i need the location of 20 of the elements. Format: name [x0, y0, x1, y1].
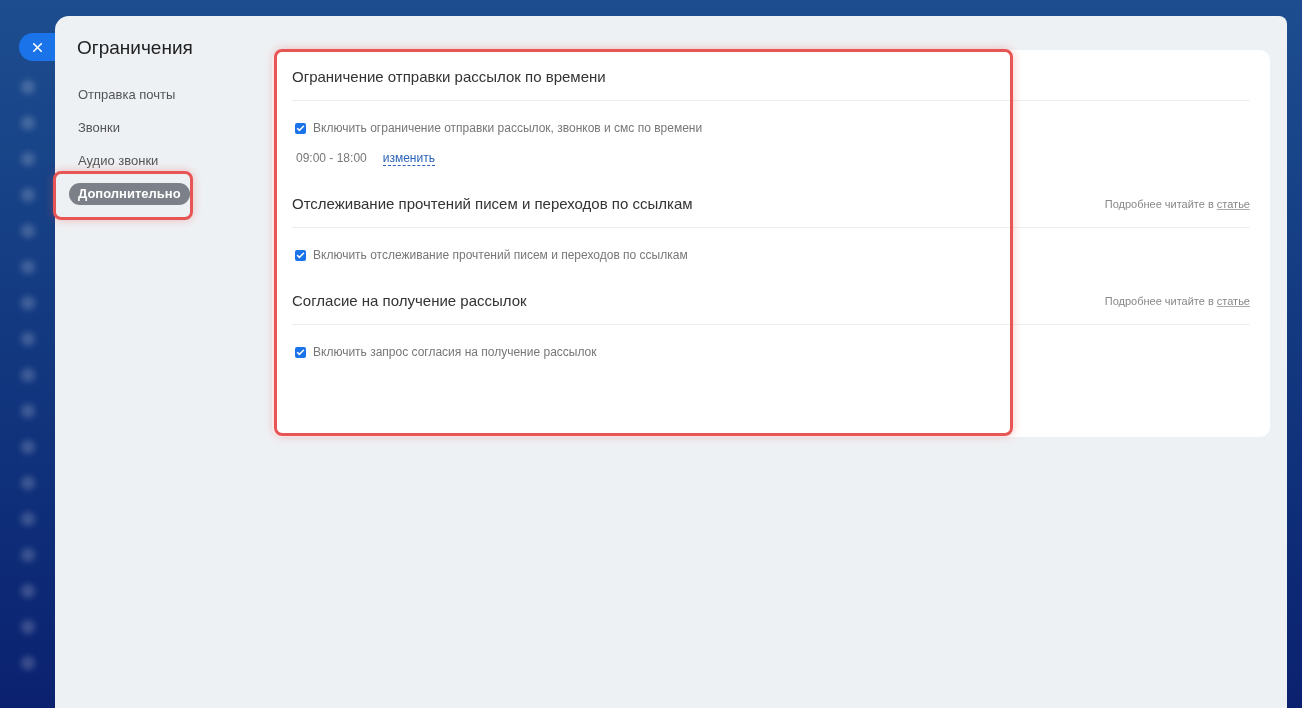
nav-item[interactable]: Отправка почты [69, 83, 185, 106]
hint-text: Подробнее читайте в [1104, 196, 1214, 212]
nav-item[interactable]: Звонки [69, 116, 129, 139]
checkbox[interactable] [295, 346, 306, 358]
checkbox-label: Включить запрос согласия на получение рассылок [313, 344, 597, 361]
article-link[interactable]: статье [1216, 195, 1250, 213]
section-title: Отслеживание прочтений писем и переходов по ссылкам [292, 193, 693, 214]
section-title: Ограничение отправки рассылок по времени [292, 66, 606, 87]
page-title: Ограничения [76, 36, 194, 60]
change-link[interactable]: изменить [382, 150, 435, 166]
time-range: 09:00 - 18:00 [296, 150, 367, 167]
hint-text: Подробнее читайте в [1104, 293, 1214, 309]
checkbox-label: Включить отслеживание прочтений писем и переходов по ссылкам [313, 247, 688, 264]
section-title: Согласие на получение рассылок [292, 290, 527, 311]
checkbox[interactable] [295, 249, 306, 261]
article-link[interactable]: статье [1216, 292, 1250, 310]
checkbox[interactable] [295, 122, 306, 134]
nav-item[interactable]: Аудио звонки [69, 149, 168, 172]
nav-item[interactable]: Дополнительно [69, 182, 190, 205]
checkbox-label: Включить ограничение отправки рассылок, звонков и смс по времени [313, 120, 703, 137]
